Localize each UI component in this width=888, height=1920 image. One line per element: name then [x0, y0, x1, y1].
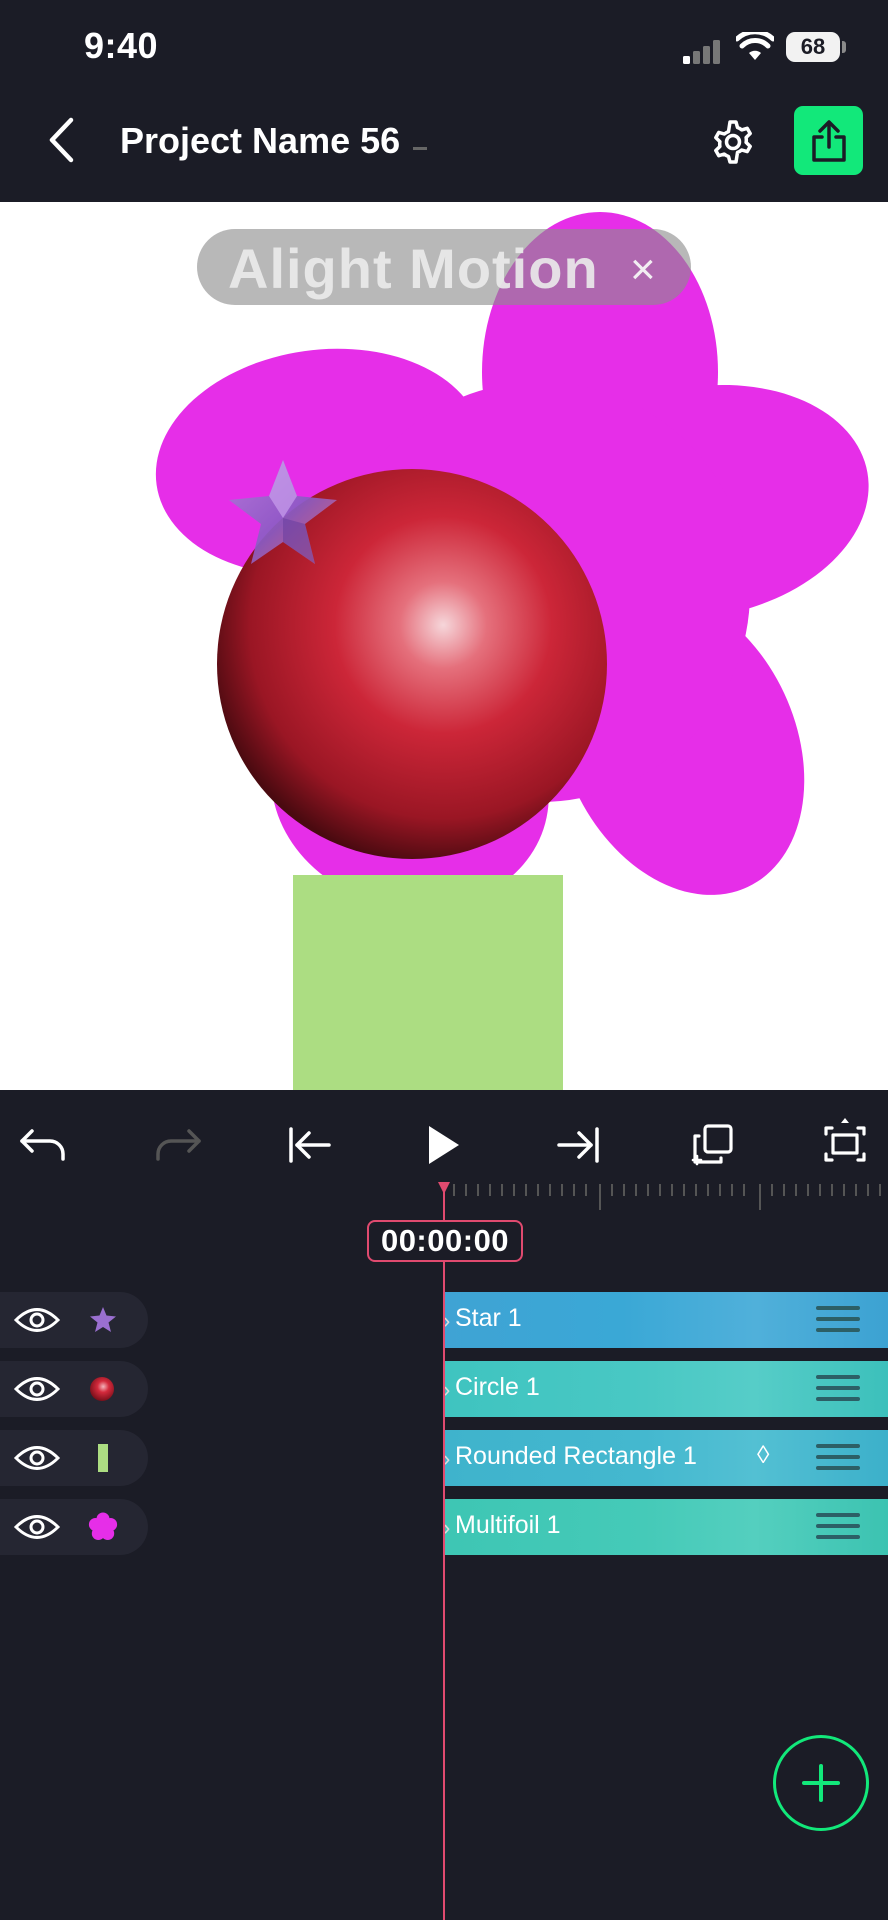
watermark-close-icon[interactable]: ×: [630, 245, 656, 295]
share-icon: [811, 119, 846, 162]
battery-tip: [842, 41, 846, 53]
layer-controls-rectangle: [0, 1430, 148, 1486]
expand-caret-icon[interactable]: ›: [445, 1377, 450, 1403]
layer-name: Rounded Rectangle 1: [455, 1442, 697, 1470]
redo-icon[interactable]: [148, 1115, 208, 1175]
watermark-text: Alight Motion: [228, 237, 599, 300]
eye-icon[interactable]: [14, 1305, 60, 1335]
drag-handle-icon[interactable]: [816, 1513, 860, 1546]
layer-controls-circle: [0, 1361, 148, 1417]
layer-controls-star: [0, 1292, 148, 1348]
jump-to-end-icon[interactable]: [548, 1115, 608, 1175]
drag-handle-icon[interactable]: [816, 1375, 860, 1408]
expand-caret-icon[interactable]: ›: [445, 1515, 450, 1541]
layer-bar-star[interactable]: › Star 1: [445, 1292, 888, 1348]
timecode-display: 00:00:00: [367, 1220, 523, 1262]
layer-bar-multifoil[interactable]: › Multifoil 1: [445, 1499, 888, 1555]
project-title[interactable]: Project Name 56: [120, 120, 400, 162]
duplicate-icon[interactable]: [682, 1115, 742, 1175]
rounded-rectangle-shape: [293, 875, 563, 1090]
expand-caret-icon[interactable]: ›: [445, 1308, 450, 1334]
add-layer-button[interactable]: [773, 1735, 869, 1831]
status-time: 9:40: [84, 25, 159, 66]
flower-thumb-icon: [88, 1512, 118, 1540]
layer-controls-multifoil: [0, 1499, 148, 1555]
title-edit-cursor: [413, 147, 427, 150]
eye-icon[interactable]: [14, 1443, 60, 1473]
preview-canvas[interactable]: [0, 202, 888, 1090]
rect-thumb-icon: [98, 1444, 108, 1472]
timeline-ruler[interactable]: [440, 1180, 888, 1210]
layer-name: Circle 1: [455, 1373, 540, 1401]
wifi-icon: [736, 32, 774, 60]
canvas-artwork: [155, 212, 869, 1090]
gear-icon[interactable]: [709, 118, 757, 166]
play-icon[interactable]: [413, 1115, 473, 1175]
circle-thumb-icon: [90, 1377, 114, 1401]
back-chevron-icon[interactable]: [46, 117, 76, 163]
eye-icon[interactable]: [14, 1512, 60, 1542]
expand-caret-icon[interactable]: ›: [445, 1446, 450, 1472]
playhead-marker[interactable]: [438, 1182, 450, 1194]
drag-handle-icon[interactable]: [816, 1444, 860, 1477]
layer-bar-rounded-rectangle[interactable]: › Rounded Rectangle 1 ◊: [445, 1430, 888, 1486]
jump-to-start-icon[interactable]: [280, 1115, 340, 1175]
layer-name: Multifoil 1: [455, 1511, 561, 1539]
eye-icon[interactable]: [14, 1374, 60, 1404]
export-button[interactable]: [794, 106, 863, 175]
layer-name: Star 1: [455, 1304, 522, 1332]
layer-bar-circle[interactable]: › Circle 1: [445, 1361, 888, 1417]
battery-indicator: 68: [786, 32, 840, 62]
undo-icon[interactable]: [13, 1115, 73, 1175]
fullscreen-icon[interactable]: [815, 1112, 875, 1172]
star-thumb-icon: [90, 1307, 116, 1332]
keyframe-icon[interactable]: ◊: [757, 1441, 769, 1470]
signal-icon: [683, 40, 720, 64]
plus-icon: [802, 1764, 840, 1802]
drag-handle-icon[interactable]: [816, 1306, 860, 1339]
